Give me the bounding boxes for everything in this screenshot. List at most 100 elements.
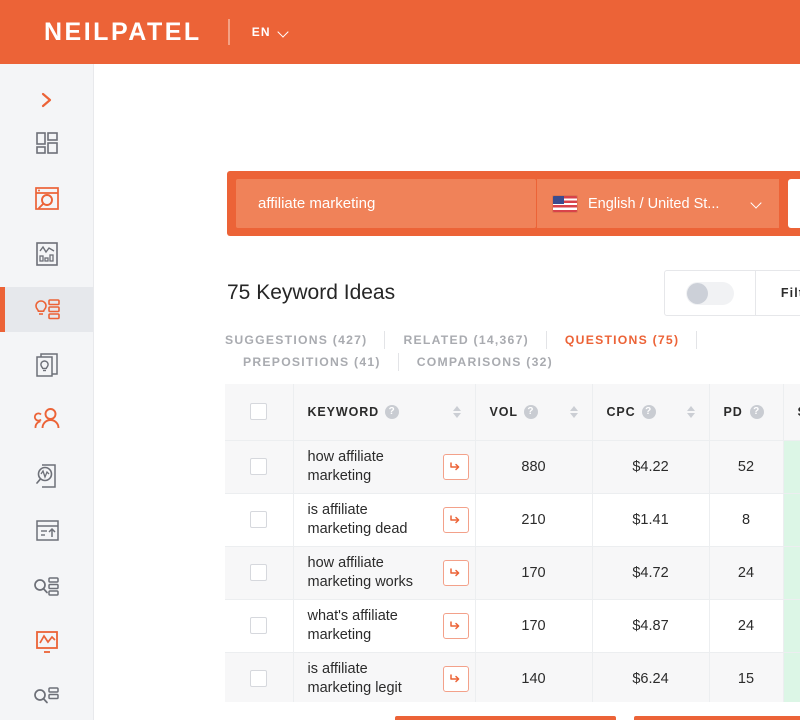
table-row[interactable]: is affiliate marketing dead 210 $1.41 8 … bbox=[225, 493, 800, 547]
help-icon[interactable]: ? bbox=[641, 404, 656, 419]
sort-keyword-button[interactable] bbox=[452, 405, 461, 418]
arrow-turn-right-icon[interactable] bbox=[442, 453, 469, 480]
row-pd: 8 bbox=[709, 493, 784, 547]
search-button[interactable] bbox=[788, 179, 800, 228]
filters-group: Filters bbox=[664, 270, 800, 316]
help-icon[interactable]: ? bbox=[749, 404, 764, 419]
col-keyword: KEYWORD ? bbox=[293, 384, 476, 441]
row-select-cell bbox=[225, 652, 294, 702]
app-root: NEILPATEL EN affiliate marketing English… bbox=[0, 0, 800, 720]
row-keyword: how affiliate marketing bbox=[307, 448, 384, 484]
row-keyword-cell: is affiliate marketing legit bbox=[293, 652, 476, 702]
chevron-right-icon bbox=[41, 93, 51, 108]
table-head: KEYWORD ? VOL ? CPC ? PD ? bbox=[225, 384, 800, 441]
locale-label: English / United St... bbox=[588, 195, 720, 212]
row-sd: 13 bbox=[783, 546, 800, 600]
col-sd: SD ? bbox=[783, 384, 800, 441]
row-pd: 24 bbox=[709, 546, 784, 600]
row-keyword-cell: how affiliate marketing bbox=[293, 440, 476, 494]
sidebar-item-dashboard[interactable] bbox=[0, 121, 93, 166]
row-keyword-cell: how affiliate marketing works bbox=[293, 546, 476, 600]
result-tabs: SUGGESTIONS (427) RELATED (14,367) QUEST… bbox=[225, 329, 800, 373]
row-keyword-cell: is affiliate marketing dead bbox=[293, 493, 476, 547]
col-keyword-label: KEYWORD bbox=[307, 404, 380, 419]
row-cpc: $6.24 bbox=[592, 652, 710, 702]
table-row[interactable]: is affiliate marketing legit 140 $6.24 1… bbox=[225, 652, 800, 702]
tab-questions[interactable]: QUESTIONS (75) bbox=[547, 329, 698, 351]
search-input[interactable] bbox=[236, 179, 536, 228]
sidebar-item-traffic-analyzer[interactable] bbox=[0, 453, 93, 498]
help-icon[interactable]: ? bbox=[385, 404, 400, 419]
table-body: how affiliate marketing 880 $4.22 52 29 bbox=[225, 440, 800, 702]
brand-logo[interactable]: NEILPATEL bbox=[44, 19, 202, 45]
row-checkbox[interactable] bbox=[250, 564, 268, 581]
sidebar-item-more-tools[interactable] bbox=[0, 675, 93, 720]
row-vol: 140 bbox=[475, 652, 593, 702]
col-vol: VOL ? bbox=[475, 384, 593, 441]
filters-button[interactable]: Filters bbox=[755, 271, 800, 315]
results-title-row: 75 Keyword Ideas Filters bbox=[227, 270, 800, 316]
table-row[interactable]: what's affiliate marketing 170 $4.87 24 … bbox=[225, 599, 800, 653]
keyword-search-bar: English / United St... bbox=[227, 171, 800, 236]
row-select-cell bbox=[225, 599, 294, 653]
chart-report-icon bbox=[35, 242, 58, 267]
chevron-down-icon bbox=[279, 27, 290, 38]
table-actions: EXPORT TO CSV COPY TO CLIPBOARD bbox=[225, 716, 800, 720]
table-row[interactable]: how affiliate marketing works 170 $4.72 … bbox=[225, 546, 800, 600]
row-cpc: $4.22 bbox=[592, 440, 710, 494]
language-selector[interactable]: EN bbox=[252, 25, 290, 39]
dashboard-grid-icon bbox=[35, 132, 58, 155]
page-pulse-magnifier-icon bbox=[35, 464, 56, 488]
row-checkbox[interactable] bbox=[250, 458, 268, 475]
row-checkbox[interactable] bbox=[250, 511, 268, 528]
sidebar-item-competitors[interactable] bbox=[0, 398, 93, 443]
locale-selector[interactable]: English / United St... bbox=[536, 179, 779, 228]
window-upload-icon bbox=[35, 520, 59, 541]
row-vol: 880 bbox=[475, 440, 593, 494]
row-vol: 210 bbox=[475, 493, 593, 547]
window-magnifier-icon bbox=[34, 186, 59, 210]
row-pd: 52 bbox=[709, 440, 784, 494]
tab-related[interactable]: RELATED (14,367) bbox=[385, 329, 548, 351]
sidebar-item-keyword-list[interactable] bbox=[0, 564, 93, 609]
tab-prepositions[interactable]: PREPOSITIONS (41) bbox=[225, 351, 399, 373]
export-csv-button[interactable]: EXPORT TO CSV bbox=[395, 716, 616, 720]
sidebar-item-content-ideas[interactable] bbox=[0, 342, 93, 387]
sort-vol-button[interactable] bbox=[569, 405, 578, 418]
row-sd: 8 bbox=[783, 493, 800, 547]
keyword-table-scroll[interactable]: KEYWORD ? VOL ? CPC ? PD ? how affiliate… bbox=[225, 384, 800, 702]
row-keyword: how affiliate marketing works bbox=[307, 554, 414, 590]
row-checkbox[interactable] bbox=[250, 617, 268, 634]
copy-clipboard-button[interactable]: COPY TO CLIPBOARD bbox=[634, 716, 800, 720]
col-pd-label: PD bbox=[723, 404, 743, 419]
sidebar-item-seo-analyzer[interactable] bbox=[0, 232, 93, 277]
row-select-cell bbox=[225, 493, 294, 547]
sidebar-nav bbox=[0, 64, 94, 720]
filters-toggle[interactable] bbox=[665, 271, 755, 315]
arrow-turn-right-icon[interactable] bbox=[442, 612, 469, 639]
tab-comparisons[interactable]: COMPARISONS (32) bbox=[399, 351, 571, 373]
sidebar-item-backlinks[interactable] bbox=[0, 508, 93, 553]
row-keyword: is affiliate marketing dead bbox=[307, 501, 408, 537]
select-all-checkbox[interactable] bbox=[250, 403, 268, 421]
row-keyword: is affiliate marketing legit bbox=[307, 660, 402, 696]
sidebar-item-site-audit[interactable] bbox=[0, 176, 93, 221]
row-keyword: what's affiliate marketing bbox=[307, 607, 398, 643]
help-icon[interactable]: ? bbox=[523, 404, 538, 419]
row-vol: 170 bbox=[475, 599, 593, 653]
header-divider bbox=[227, 19, 230, 45]
row-cpc: $1.41 bbox=[592, 493, 710, 547]
arrow-turn-right-icon[interactable] bbox=[442, 665, 469, 692]
sidebar-item-keyword-ideas[interactable] bbox=[0, 286, 93, 333]
tab-suggestions[interactable]: SUGGESTIONS (427) bbox=[225, 329, 386, 351]
lightbulb-list-icon bbox=[34, 298, 60, 319]
sidebar-expand-button[interactable] bbox=[0, 80, 93, 121]
row-checkbox[interactable] bbox=[250, 670, 268, 687]
table-row[interactable]: how affiliate marketing 880 $4.22 52 29 bbox=[225, 440, 800, 494]
sort-cpc-button[interactable] bbox=[686, 405, 695, 418]
filters-label: Filters bbox=[780, 286, 800, 300]
row-select-cell bbox=[225, 546, 294, 600]
arrow-turn-right-icon[interactable] bbox=[442, 559, 469, 586]
sidebar-item-rank-tracking[interactable] bbox=[0, 619, 93, 664]
arrow-turn-right-icon[interactable] bbox=[442, 506, 469, 533]
